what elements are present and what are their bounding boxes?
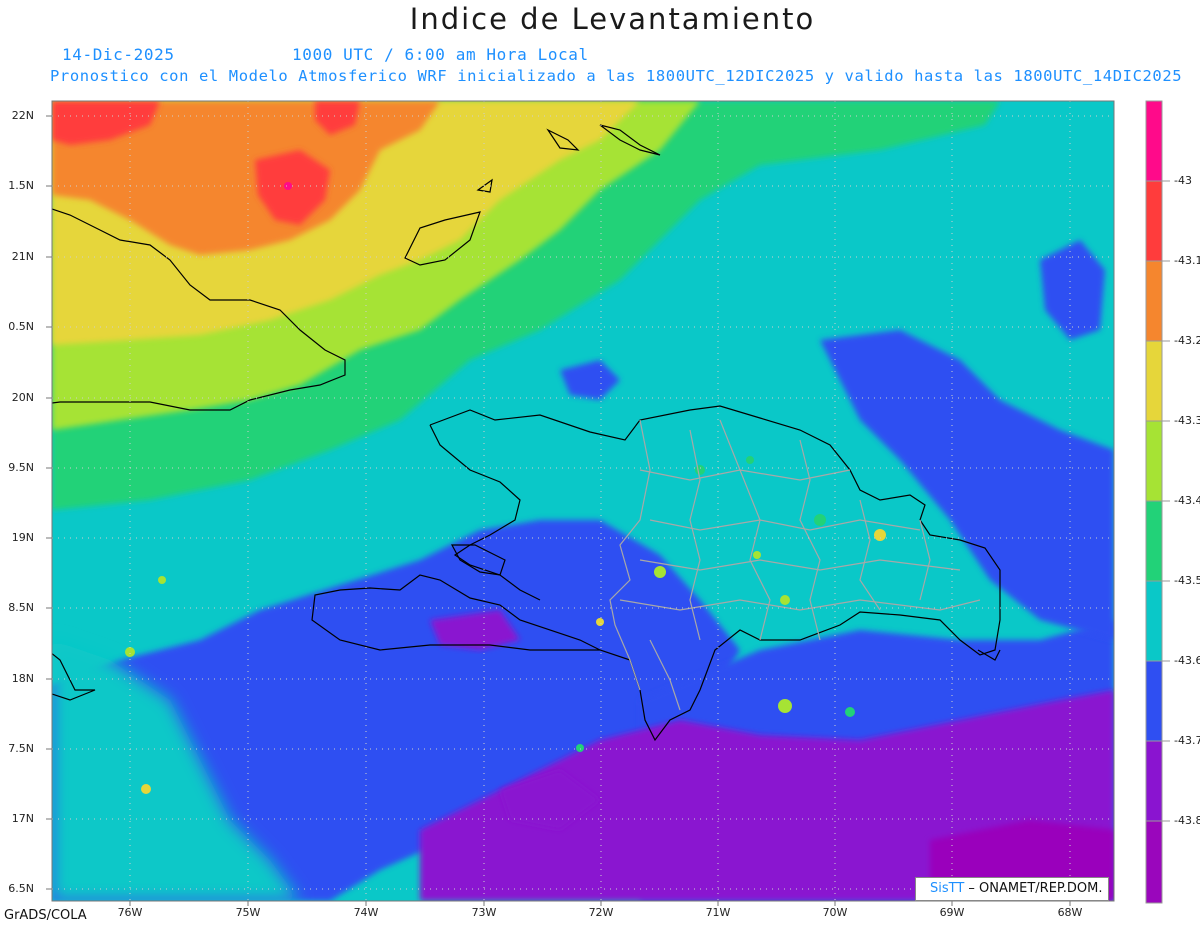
colorbar-label: -43.4 — [1174, 494, 1200, 507]
colorbar-label: -43.6 — [1174, 654, 1200, 667]
lat-label-17n: 17N — [11, 812, 34, 825]
lat-label-22n: 22N — [11, 109, 34, 122]
colorbar-label: -43 — [1174, 174, 1192, 187]
lifted-index-field — [52, 101, 1114, 901]
agency-label: – ONAMET/REP.DOM. — [964, 881, 1103, 896]
colorbar-label: -43.5 — [1174, 574, 1200, 587]
colorbar-swatch-5 — [1145, 420, 1163, 502]
lat-label-20n: 20N — [11, 391, 34, 404]
colorbar-swatch-10 — [1145, 820, 1163, 904]
lat-label-17-5n: 7.5N — [8, 742, 34, 755]
sistt-logo: SisTT — [930, 881, 965, 896]
lat-label-18-5n: 8.5N — [8, 601, 34, 614]
colorbar-label: -43.8 — [1174, 814, 1200, 827]
lon-label-70w: 70W — [822, 906, 848, 919]
lat-label-19n: 19N — [11, 531, 34, 544]
lat-label-16-5n: 6.5N — [8, 882, 34, 895]
colorbar-swatch-6 — [1145, 500, 1163, 582]
lon-label-73w: 73W — [471, 906, 497, 919]
colorbar-swatch-3 — [1145, 260, 1163, 342]
colorbar-swatch-9 — [1145, 740, 1163, 822]
grads-credit: GrADS/COLA — [4, 908, 87, 923]
lat-label-19-5n: 9.5N — [8, 461, 34, 474]
colorbar-swatch-2 — [1145, 180, 1163, 262]
lon-label-75w: 75W — [235, 906, 261, 919]
forecast-map — [46, 100, 1170, 906]
lat-label-21-5n: 1.5N — [8, 179, 34, 192]
lon-label-72w: 72W — [588, 906, 614, 919]
colorbar-swatch-1 — [1145, 100, 1163, 182]
lat-label-18n: 18N — [11, 672, 34, 685]
colorbar — [1145, 100, 1170, 904]
colorbar-label: -43.3 — [1174, 414, 1200, 427]
colorbar-label: -43.1 — [1174, 254, 1200, 267]
colorbar-swatch-4 — [1145, 340, 1163, 422]
lon-label-76w: 76W — [117, 906, 143, 919]
lon-label-68w: 68W — [1057, 906, 1083, 919]
source-stamp: SisTT – ONAMET/REP.DOM. — [915, 877, 1110, 901]
lon-label-74w: 74W — [353, 906, 379, 919]
colorbar-label: -43.7 — [1174, 734, 1200, 747]
colorbar-label: -43.2 — [1174, 334, 1200, 347]
lon-label-71w: 71W — [705, 906, 731, 919]
colorbar-swatch-7 — [1145, 580, 1163, 662]
lon-label-69w: 69W — [939, 906, 965, 919]
colorbar-swatch-8 — [1145, 660, 1163, 742]
lat-label-20-5n: 0.5N — [8, 320, 34, 333]
lat-label-21n: 21N — [11, 250, 34, 263]
